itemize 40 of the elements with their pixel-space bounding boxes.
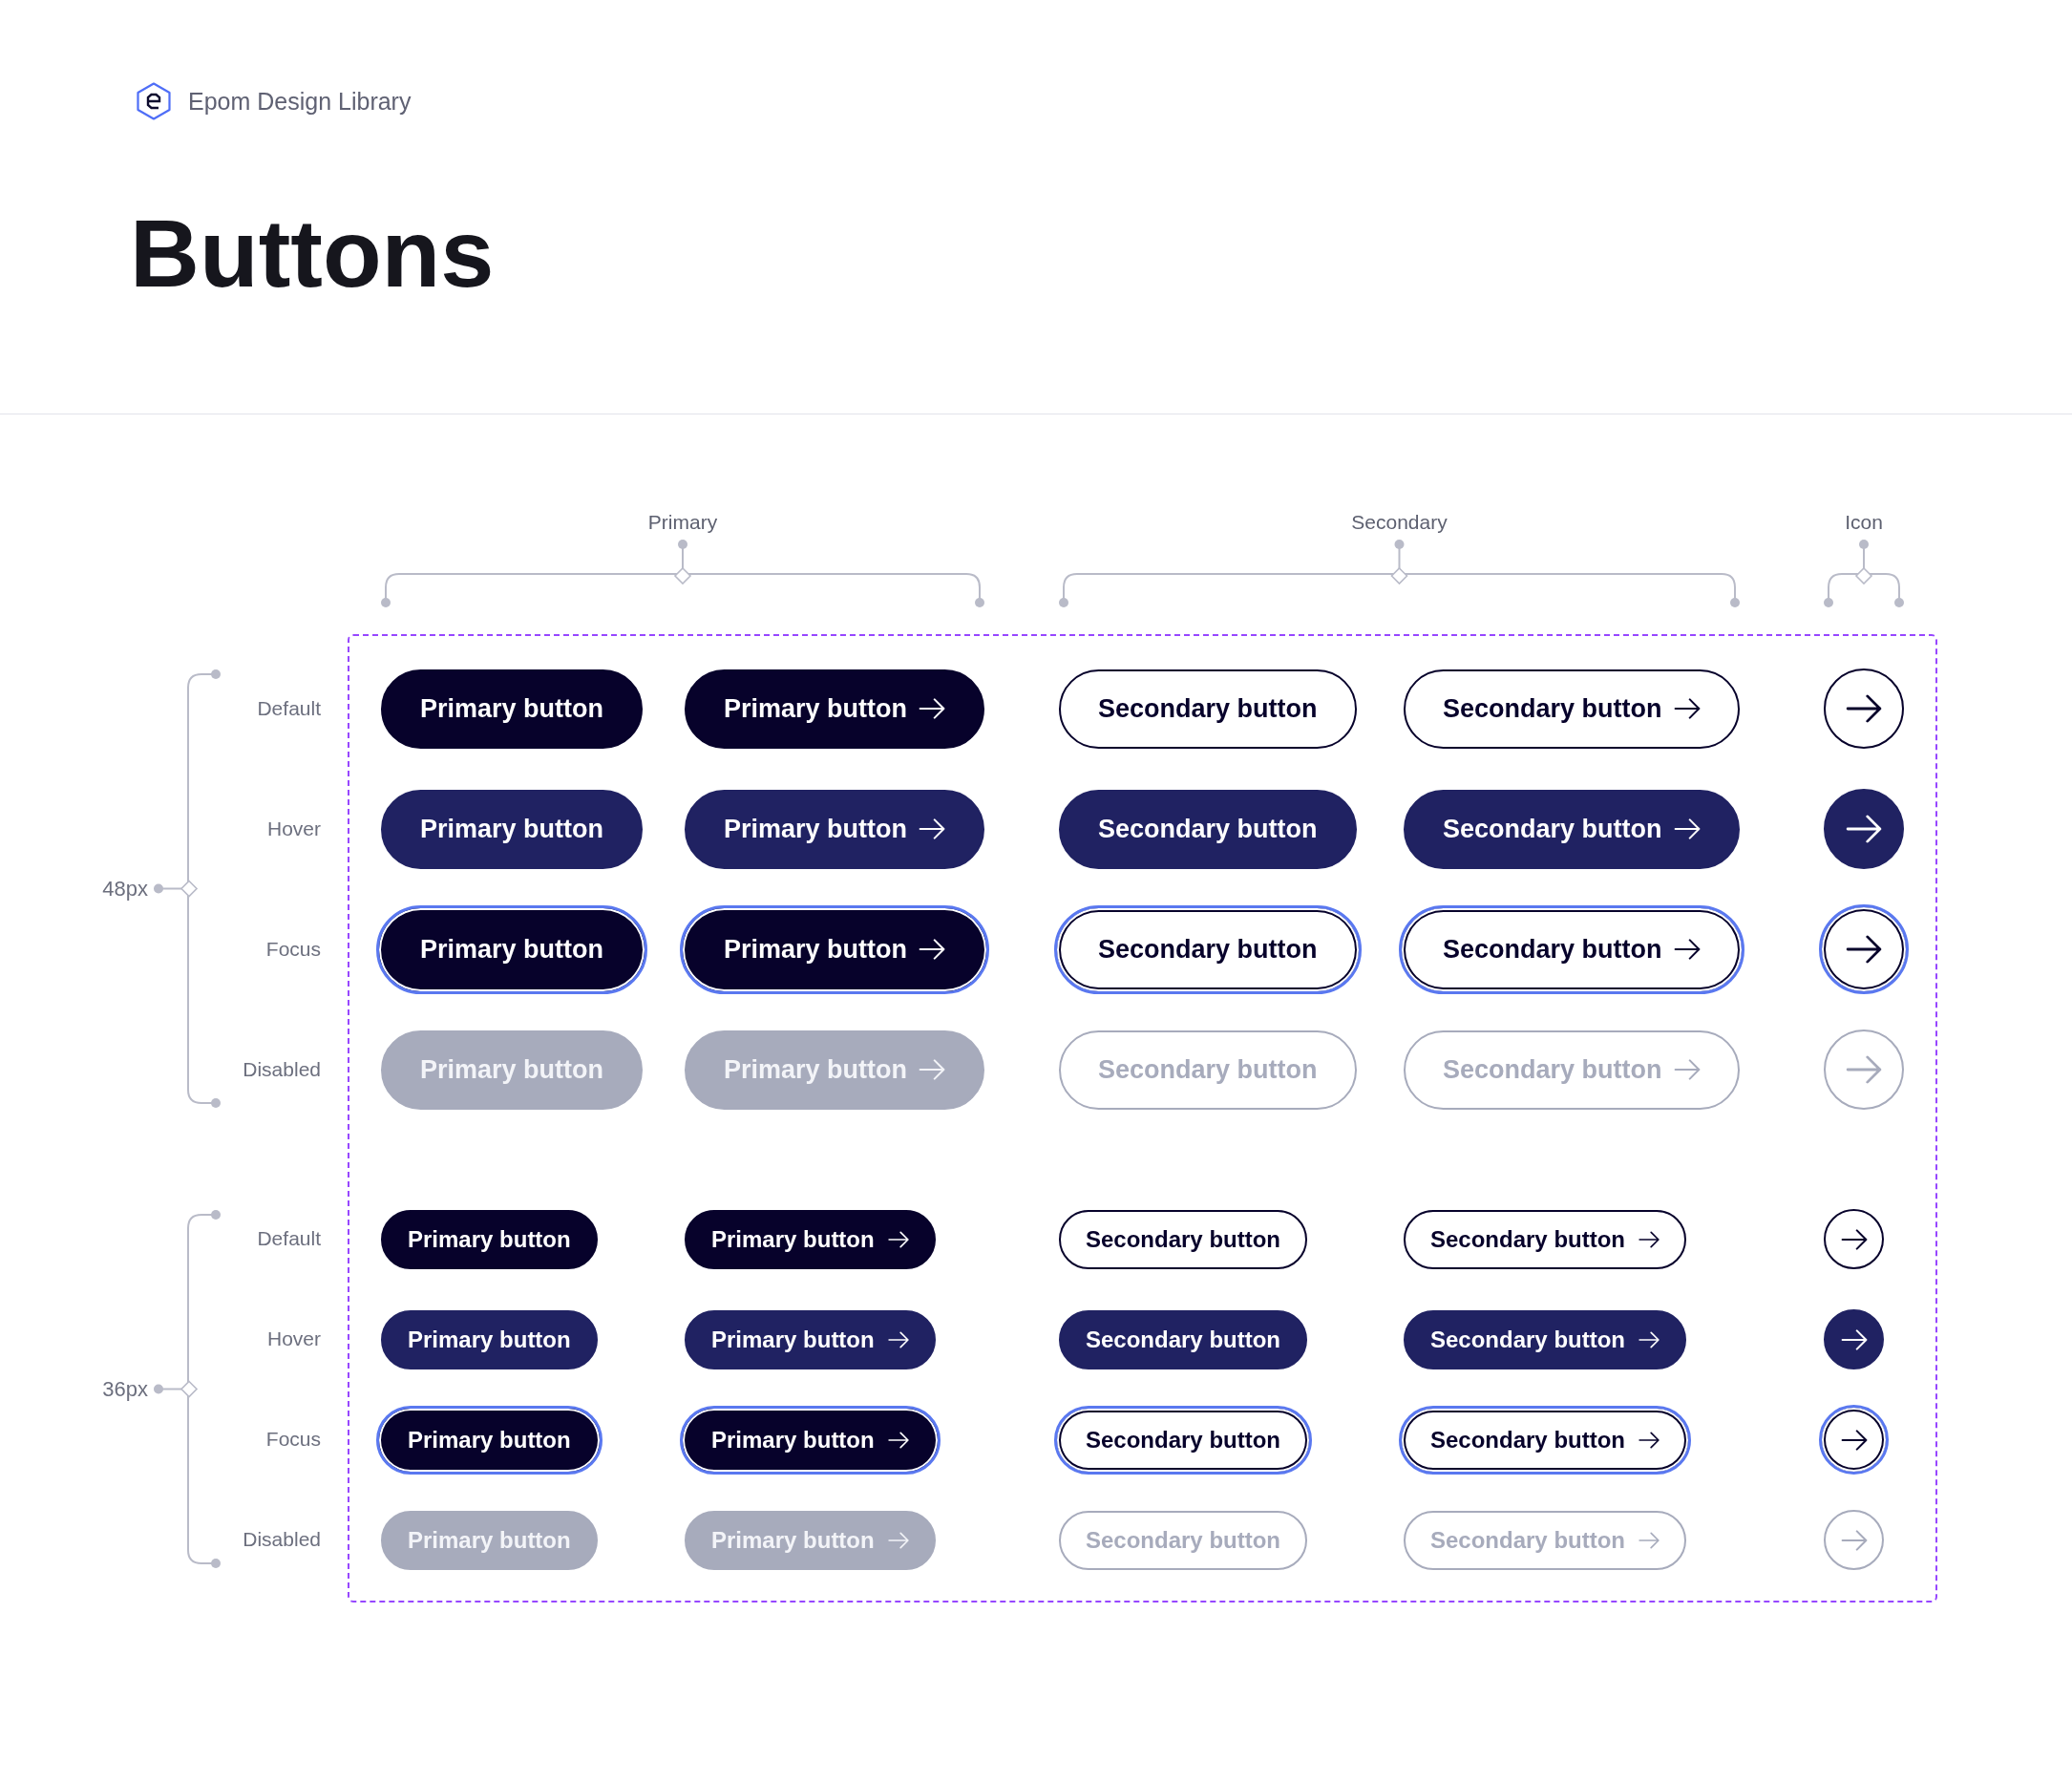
primary-button[interactable]: Primary button	[685, 1209, 936, 1269]
state-label: Default	[257, 695, 321, 721]
secondary-button[interactable]: Secondary button	[1054, 1405, 1312, 1475]
primary-button[interactable]: Primary button	[680, 1405, 941, 1475]
primary-button[interactable]: Primary button	[381, 1209, 598, 1269]
page-title: Buttons	[130, 199, 495, 308]
primary-button[interactable]: Primary button	[685, 789, 985, 869]
primary-button[interactable]: Primary button	[680, 904, 990, 994]
primary-button[interactable]: Primary button	[685, 1309, 936, 1369]
primary-button[interactable]: Primary button	[685, 669, 985, 749]
state-label: Hover	[266, 1327, 321, 1352]
column-heading: Secondary	[1351, 511, 1448, 535]
secondary-button[interactable]: Secondary button	[1399, 904, 1744, 994]
secondary-button[interactable]: Secondary button	[1404, 669, 1740, 749]
logo-icon	[136, 82, 172, 120]
primary-button[interactable]: Primary button	[381, 669, 644, 749]
secondary-button[interactable]: Secondary button	[1059, 1209, 1307, 1269]
size-label: 48px	[102, 876, 149, 903]
size-label: 36px	[102, 1376, 149, 1404]
secondary-button[interactable]: Secondary button	[1059, 1309, 1307, 1369]
secondary-button[interactable]: Secondary button	[1059, 669, 1357, 749]
primary-button[interactable]: Primary button	[381, 1309, 598, 1369]
state-label: Hover	[266, 816, 321, 841]
secondary-button[interactable]: Secondary button	[1404, 789, 1740, 869]
primary-button[interactable]: Primary button	[376, 1405, 603, 1475]
state-label: Focus	[265, 1427, 321, 1453]
secondary-button[interactable]: Secondary button	[1054, 904, 1362, 994]
state-label: Disabled	[243, 1056, 321, 1082]
secondary-button[interactable]: Secondary button	[1399, 1405, 1691, 1475]
secondary-button[interactable]: Secondary button	[1404, 1209, 1686, 1269]
primary-button[interactable]: Primary button	[381, 789, 644, 869]
secondary-button[interactable]: Secondary button	[1404, 1309, 1686, 1369]
state-label: Disabled	[243, 1527, 321, 1553]
state-label: Focus	[265, 936, 321, 962]
secondary-button[interactable]: Secondary button	[1059, 789, 1357, 869]
brand-name: Epom Design Library	[188, 87, 412, 116]
column-heading: Primary	[647, 511, 718, 535]
column-heading: Icon	[1845, 511, 1883, 535]
state-label: Default	[257, 1226, 321, 1252]
primary-button[interactable]: Primary button	[376, 904, 648, 994]
